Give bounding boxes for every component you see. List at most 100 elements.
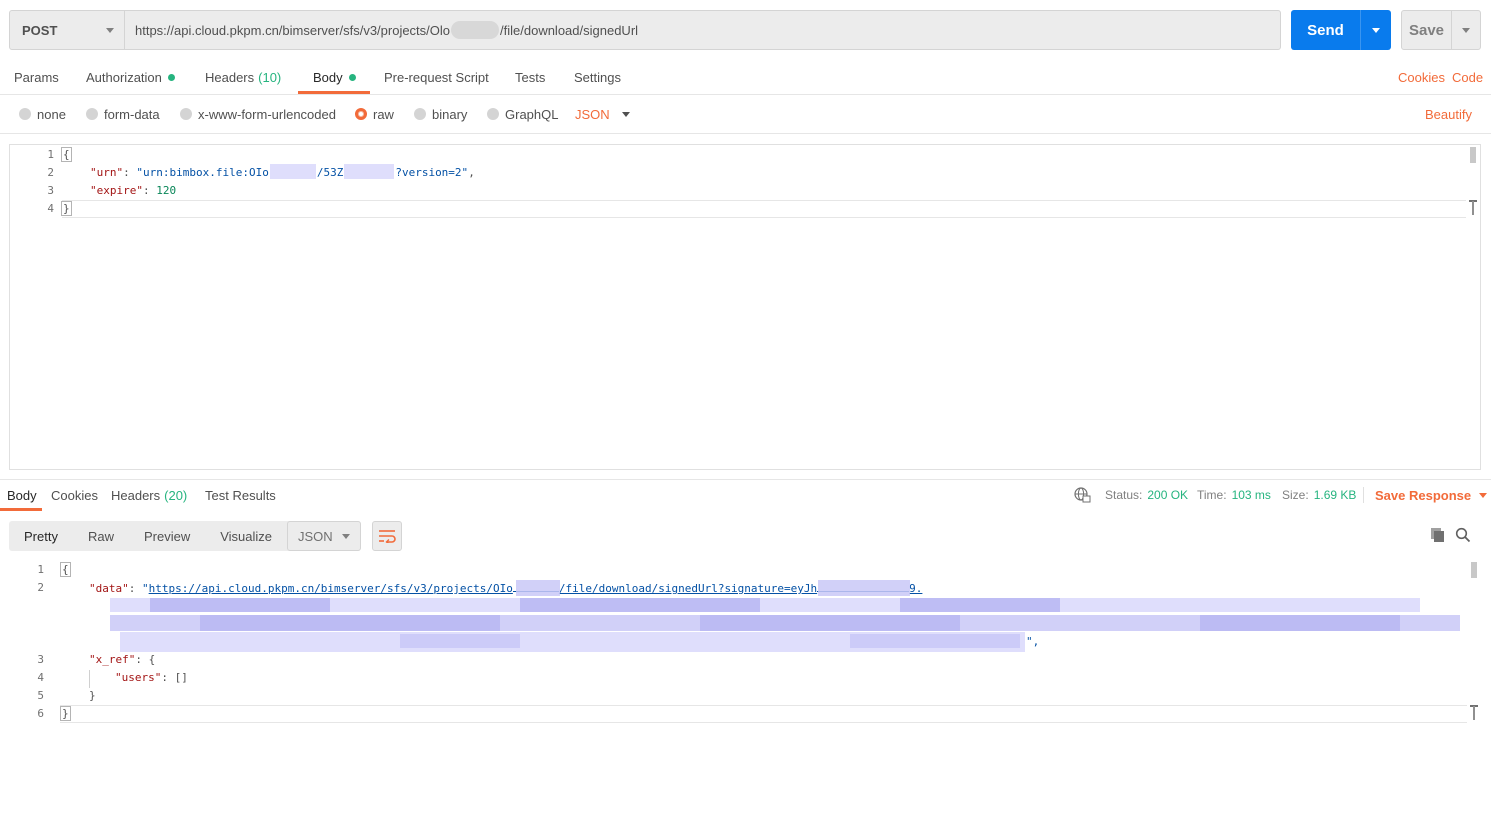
redacted-blur xyxy=(344,164,394,179)
chevron-down-icon xyxy=(106,27,114,33)
tab-pre-request-script[interactable]: Pre-request Script xyxy=(384,60,489,94)
response-tab-test-results[interactable]: Test Results xyxy=(205,480,276,510)
code-line: "expire": 120 xyxy=(90,184,177,197)
json-key: "expire" xyxy=(90,184,143,197)
signed-url-link[interactable]: 9. xyxy=(909,582,922,595)
cookies-link[interactable]: Cookies xyxy=(1398,60,1445,94)
status-dot xyxy=(167,73,175,81)
json-string: ?version=2" xyxy=(395,166,469,179)
radio-icon xyxy=(487,108,499,120)
radio-selected-icon xyxy=(355,108,367,120)
json-array: [] xyxy=(174,671,188,684)
active-line-highlight xyxy=(60,705,1467,723)
scrollbar[interactable] xyxy=(1466,145,1480,469)
tab-headers[interactable]: Headers (10) xyxy=(205,60,281,94)
code-line: ", xyxy=(1026,635,1039,648)
code-link[interactable]: Code xyxy=(1452,60,1483,94)
request-body-editor[interactable]: 1 2 3 4 { "urn": "urn:bimbox.file:OIo/53… xyxy=(9,144,1481,470)
line-number: 1 xyxy=(47,148,54,161)
method-select[interactable]: POST xyxy=(10,11,125,49)
raw-format-select[interactable]: JSON xyxy=(575,100,630,128)
json-string: "urn:bimbox.file:OIo xyxy=(136,166,269,179)
open-brace: { xyxy=(61,147,72,162)
response-tab-cookies[interactable]: Cookies xyxy=(51,480,98,510)
radio-none[interactable]: none xyxy=(19,100,66,128)
code-line: { xyxy=(61,147,72,162)
send-label: Send xyxy=(1291,10,1361,50)
status-value: 200 OK xyxy=(1147,488,1189,502)
time-meta: Time: 103 ms xyxy=(1197,480,1271,510)
line-number: 1 xyxy=(37,563,44,576)
json-string: /53Z xyxy=(316,166,344,179)
tab-body[interactable]: Body xyxy=(313,60,356,94)
redacted-blur xyxy=(150,598,330,612)
tab-label: Body xyxy=(313,69,343,85)
search-icon[interactable] xyxy=(1452,524,1474,546)
tab-params[interactable]: Params xyxy=(14,60,59,94)
json-number: 120 xyxy=(156,184,177,197)
send-dropdown[interactable] xyxy=(1361,10,1391,50)
wrap-lines-icon[interactable] xyxy=(372,521,402,551)
active-line-highlight xyxy=(62,200,1466,218)
radio-urlencoded[interactable]: x-www-form-urlencoded xyxy=(180,100,336,128)
tab-label: Headers xyxy=(111,487,161,503)
tab-label: Tests xyxy=(515,69,546,85)
redacted-blur xyxy=(516,580,560,596)
beautify-button[interactable]: Beautify xyxy=(1425,100,1472,128)
active-tab-indicator xyxy=(0,508,42,511)
tab-label: Test Results xyxy=(205,487,276,503)
url-input[interactable]: https://api.cloud.pkpm.cn/bimserver/sfs/… xyxy=(125,11,1280,49)
view-raw[interactable]: Raw xyxy=(73,521,129,551)
view-preview[interactable]: Preview xyxy=(129,521,205,551)
radio-graphql[interactable]: GraphQL xyxy=(487,100,558,128)
save-dropdown[interactable] xyxy=(1452,11,1480,49)
save-response-button[interactable]: Save Response xyxy=(1375,480,1488,510)
scroll-thumb[interactable] xyxy=(1470,147,1476,163)
divider xyxy=(1363,487,1364,503)
radio-raw[interactable]: raw xyxy=(355,100,394,128)
tab-settings[interactable]: Settings xyxy=(574,60,621,94)
tab-label: Cookies xyxy=(51,487,98,503)
json-string: ", xyxy=(1026,635,1040,648)
view-visualize[interactable]: Visualize xyxy=(205,521,287,551)
redacted-blur xyxy=(400,634,520,648)
line-number: 5 xyxy=(37,689,44,702)
code-line: } xyxy=(89,689,96,702)
tab-tests[interactable]: Tests xyxy=(515,60,545,94)
view-pretty[interactable]: Pretty xyxy=(9,521,73,551)
divider xyxy=(0,94,1491,95)
size-value: 1.69 KB xyxy=(1313,488,1357,502)
code-line: { xyxy=(60,562,71,577)
tab-authorization[interactable]: Authorization xyxy=(86,60,175,94)
code-line: "data": "https://api.cloud.pkpm.cn/bimse… xyxy=(89,582,923,595)
radio-binary[interactable]: binary xyxy=(414,100,467,128)
radio-label: GraphQL xyxy=(505,106,559,122)
code-line: "users": [] xyxy=(115,671,188,684)
redacted-blur xyxy=(850,634,1020,648)
copy-icon[interactable] xyxy=(1426,524,1448,546)
response-tab-body[interactable]: Body xyxy=(7,480,37,510)
radio-label: none xyxy=(37,106,66,122)
response-tab-headers[interactable]: Headers (20) xyxy=(111,480,187,510)
tab-label: Authorization xyxy=(86,69,162,85)
signed-url-link[interactable]: https://api.cloud.pkpm.cn/bimserver/sfs/… xyxy=(149,582,513,595)
response-body-viewer[interactable]: 1 2 3 4 5 6 { "data": "https://api.cloud… xyxy=(0,560,1481,816)
response-format-select[interactable]: JSON xyxy=(287,521,361,551)
scrollbar[interactable] xyxy=(1467,560,1481,816)
line-gutter: 1 2 3 4 xyxy=(10,145,62,469)
send-button[interactable]: Send xyxy=(1291,10,1391,50)
request-bar: POST https://api.cloud.pkpm.cn/bimserver… xyxy=(9,10,1281,50)
status-meta: Status: 200 OK xyxy=(1105,480,1188,510)
scroll-thumb[interactable] xyxy=(1471,562,1477,578)
globe-icon[interactable] xyxy=(1073,480,1091,510)
tab-label: Body xyxy=(7,487,37,503)
signed-url-link[interactable]: /file/download/signedUrl?signature=eyJh xyxy=(559,582,817,595)
close-brace: } xyxy=(89,689,96,702)
format-label: JSON xyxy=(298,528,333,544)
line-number: 3 xyxy=(37,653,44,666)
radio-form-data[interactable]: form-data xyxy=(86,100,160,128)
save-button[interactable]: Save xyxy=(1401,10,1481,50)
redacted-blur xyxy=(1200,615,1400,631)
radio-label: form-data xyxy=(104,106,160,122)
json-key: "data" xyxy=(89,582,129,595)
